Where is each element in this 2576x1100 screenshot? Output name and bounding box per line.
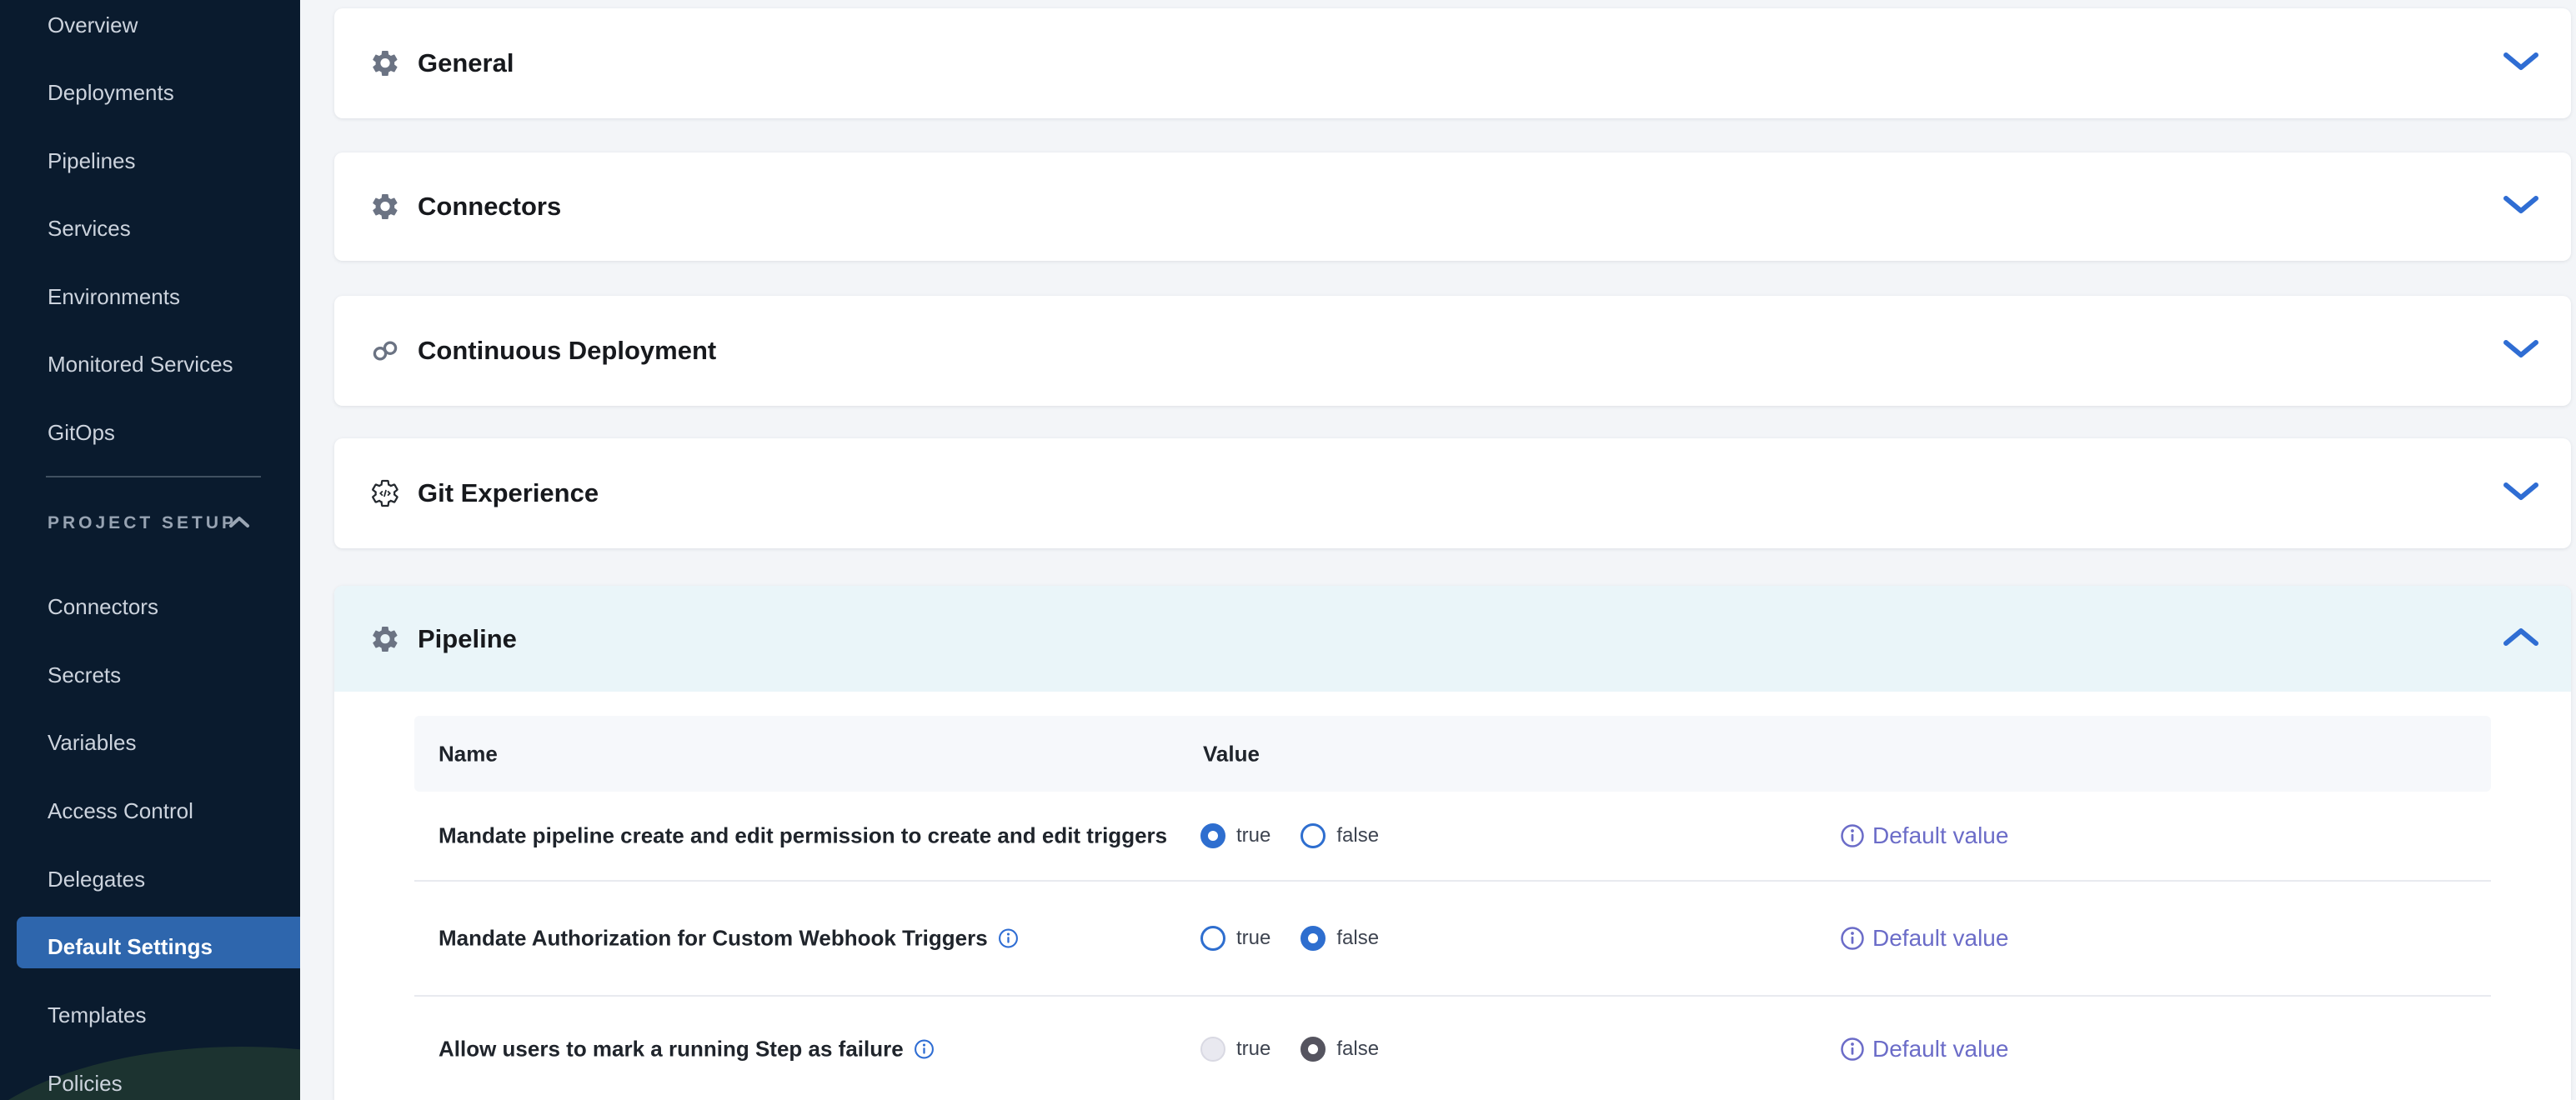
table-row: Mandate pipeline create and edit permiss…: [414, 792, 2491, 882]
sidebar-item-policies[interactable]: Policies: [48, 1072, 123, 1094]
section-header-pipeline[interactable]: Pipeline: [334, 586, 2571, 692]
decorative-hill: [0, 1047, 300, 1100]
sidebar-item-access-control[interactable]: Access Control: [48, 800, 193, 822]
section-title: Connectors: [418, 192, 561, 222]
default-value-link[interactable]: Default value: [1840, 925, 2008, 952]
section-card-pipeline: Pipeline Name Value Mandate pipeline cre…: [334, 586, 2571, 1100]
setting-name: Mandate pipeline create and edit permiss…: [439, 823, 1167, 849]
section-card-continuous-deployment: Continuous Deployment: [334, 296, 2571, 406]
sidebar-item-variables[interactable]: Variables: [48, 732, 136, 753]
sidebar-item-deployments[interactable]: Deployments: [48, 82, 174, 103]
section-title: Git Experience: [418, 478, 599, 508]
radio-label-false[interactable]: false: [1336, 927, 1379, 950]
setting-name: Mandate Authorization for Custom Webhook…: [439, 926, 1019, 952]
chevron-up-icon[interactable]: [2502, 626, 2540, 652]
sidebar-item-default-settings[interactable]: Default Settings: [48, 936, 213, 958]
radio-true[interactable]: [1200, 926, 1225, 951]
chevron-down-icon[interactable]: [2502, 338, 2540, 364]
radio-label-false: false: [1336, 1038, 1379, 1061]
sidebar-item-services[interactable]: Services: [48, 218, 131, 239]
radio-true-selected[interactable]: [1200, 823, 1225, 848]
link-icon: [370, 336, 400, 366]
info-icon: [1840, 926, 1865, 951]
radio-false-selected[interactable]: [1301, 926, 1326, 951]
section-header-connectors[interactable]: Connectors: [334, 152, 2571, 261]
default-value-link[interactable]: Default value: [1840, 822, 2008, 849]
radio-false[interactable]: [1301, 823, 1326, 848]
true-false-radio-group: true false: [1200, 926, 1379, 951]
default-value-link[interactable]: Default value: [1840, 1036, 2008, 1062]
chevron-down-icon[interactable]: [2502, 50, 2540, 77]
radio-label-true[interactable]: true: [1236, 824, 1270, 848]
section-title: Pipeline: [418, 624, 517, 654]
column-header-name: Name: [439, 741, 498, 767]
radio-label-true: true: [1236, 1038, 1270, 1061]
radio-true-disabled: [1200, 1037, 1225, 1062]
info-icon: [1840, 1037, 1865, 1062]
section-card-general: General: [334, 8, 2571, 118]
sidebar-item-delegates[interactable]: Delegates: [48, 868, 145, 890]
radio-label-true[interactable]: true: [1236, 927, 1270, 950]
section-header-continuous-deployment[interactable]: Continuous Deployment: [334, 296, 2571, 406]
sidebar-item-overview[interactable]: Overview: [48, 14, 138, 36]
radio-false-selected-disabled: [1301, 1037, 1326, 1062]
gear-icon: [370, 192, 400, 222]
sidebar-item-secrets[interactable]: Secrets: [48, 664, 121, 686]
gear-icon: [370, 624, 400, 654]
sidebar: Overview Deployments Pipelines Services …: [0, 0, 300, 1100]
gear-icon: [370, 48, 400, 78]
collapse-caret-icon[interactable]: [227, 514, 252, 535]
true-false-radio-group: true false: [1200, 823, 1379, 848]
section-title: General: [418, 48, 514, 78]
sidebar-divider: [46, 476, 261, 478]
sidebar-item-connectors[interactable]: Connectors: [48, 596, 158, 618]
chevron-down-icon[interactable]: [2502, 480, 2540, 507]
info-icon[interactable]: [998, 928, 1019, 949]
section-card-connectors: Connectors: [334, 152, 2571, 261]
radio-label-false[interactable]: false: [1336, 824, 1379, 848]
sidebar-item-environments[interactable]: Environments: [48, 286, 180, 308]
chevron-down-icon[interactable]: [2502, 193, 2540, 220]
section-header-general[interactable]: General: [334, 8, 2571, 118]
project-setup-section-label[interactable]: PROJECT SETUP: [48, 513, 237, 533]
sidebar-item-gitops[interactable]: GitOps: [48, 422, 115, 443]
pipeline-settings-table: Name Value Mandate pipeline create and e…: [414, 716, 2491, 1100]
info-icon[interactable]: [914, 1038, 935, 1059]
table-header-row: Name Value: [414, 716, 2491, 792]
section-title: Continuous Deployment: [418, 336, 716, 366]
column-header-value: Value: [1203, 741, 1260, 767]
sidebar-item-templates[interactable]: Templates: [48, 1004, 147, 1026]
default-settings-page: Overview Deployments Pipelines Services …: [0, 0, 2576, 1100]
true-false-radio-group: true false: [1200, 1037, 1379, 1062]
setting-name: Allow users to mark a running Step as fa…: [439, 1036, 935, 1062]
section-header-git-experience[interactable]: Git Experience: [334, 438, 2571, 548]
section-card-git-experience: Git Experience: [334, 438, 2571, 548]
table-row: Mandate Authorization for Custom Webhook…: [414, 882, 2491, 997]
table-row: Allow users to mark a running Step as fa…: [414, 997, 2491, 1100]
info-icon: [1840, 823, 1865, 848]
sidebar-item-monitored-services[interactable]: Monitored Services: [48, 353, 233, 375]
gear-code-icon: [370, 478, 400, 508]
sidebar-item-pipelines[interactable]: Pipelines: [48, 150, 136, 172]
